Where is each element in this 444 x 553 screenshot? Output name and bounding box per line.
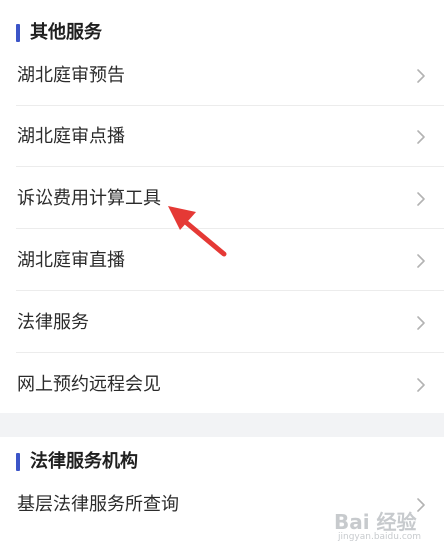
list-item-label: 湖北庭审直播 [17, 249, 125, 271]
chevron-right-icon [417, 191, 425, 206]
chevron-right-icon [417, 68, 425, 83]
list-item-hubei-trial-vod[interactable]: 湖北庭审点播 [0, 106, 444, 167]
list-item-label: 法律服务 [17, 311, 89, 333]
list-item-grassroots-legal-office-search[interactable]: 基层法律服务所查询 [0, 474, 444, 535]
section-title: 其他服务 [30, 22, 102, 43]
list-item-label: 诉讼费用计算工具 [17, 187, 161, 209]
chevron-right-icon [417, 497, 425, 512]
section-title: 法律服务机构 [30, 451, 138, 472]
section-other-services: 其他服务 湖北庭审预告 湖北庭审点播 诉讼费用计算工具 湖北庭审直播 法律服务 … [0, 0, 444, 413]
divider [16, 352, 444, 353]
section-accent-bar [16, 453, 20, 471]
page: 其他服务 湖北庭审预告 湖北庭审点播 诉讼费用计算工具 湖北庭审直播 法律服务 … [0, 0, 444, 553]
chevron-right-icon [417, 315, 425, 330]
list-item-hubei-trial-live[interactable]: 湖北庭审直播 [0, 230, 444, 291]
list-item-label: 湖北庭审预告 [17, 64, 125, 86]
section-accent-bar [16, 24, 20, 42]
chevron-right-icon [417, 377, 425, 392]
list-item-label: 湖北庭审点播 [17, 125, 125, 147]
list-item-label: 基层法律服务所查询 [17, 493, 179, 515]
divider [16, 290, 444, 291]
chevron-right-icon [417, 129, 425, 144]
list-item-litigation-fee-calculator[interactable]: 诉讼费用计算工具 [0, 168, 444, 229]
list-item-hubei-trial-notice[interactable]: 湖北庭审预告 [0, 45, 444, 106]
section-legal-service-institutions: 法律服务机构 基层法律服务所查询 [0, 437, 444, 553]
divider [16, 166, 444, 167]
list-item-label: 网上预约远程会见 [17, 373, 161, 395]
divider [16, 228, 444, 229]
list-item-remote-meeting-booking[interactable]: 网上预约远程会见 [0, 354, 444, 415]
chevron-right-icon [417, 253, 425, 268]
list-item-legal-services[interactable]: 法律服务 [0, 292, 444, 353]
